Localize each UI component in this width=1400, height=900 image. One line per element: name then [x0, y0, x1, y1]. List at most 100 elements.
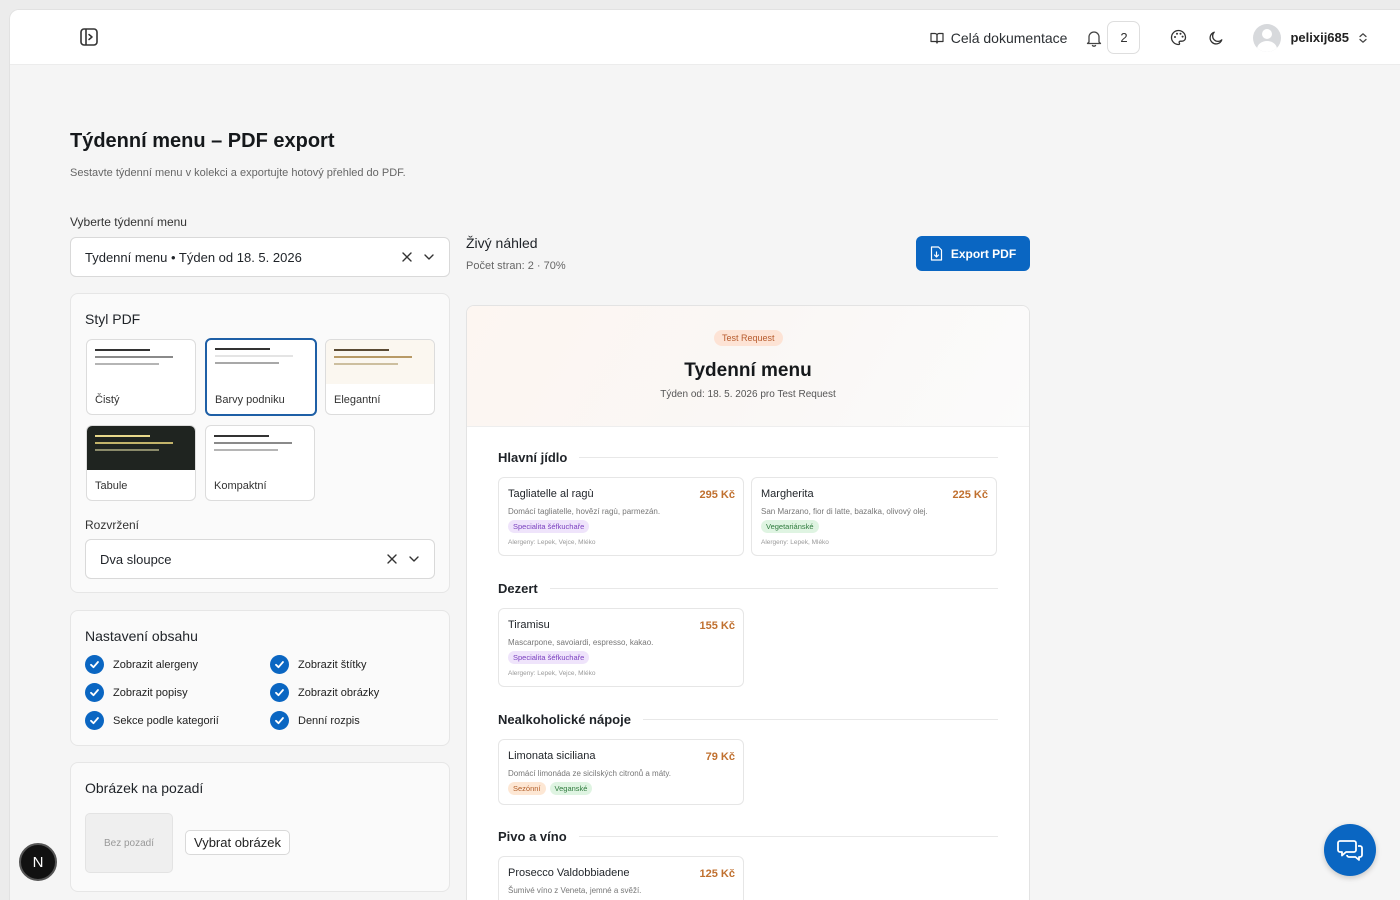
pdf-style-title: Styl PDF — [85, 311, 141, 327]
section-title: Nealkoholické nápoje — [498, 711, 631, 727]
chevron-up-down-icon — [1359, 32, 1367, 43]
item-name: Tiramisu — [508, 619, 550, 631]
style-preview-line — [95, 449, 159, 451]
menu-select-value: Tydenní menu • Týden od 18. 5. 2026 — [85, 249, 302, 265]
palette-icon — [1170, 29, 1187, 46]
item-description: Domácí limonáda ze sicilských citronů a … — [508, 769, 672, 778]
item-price: 155 Kč — [699, 620, 735, 632]
item-tag: Sezónní — [508, 782, 546, 795]
clear-icon[interactable] — [401, 251, 413, 263]
style-preview-line — [95, 435, 150, 437]
live-preview-info: Počet stran: 2 · 70% — [466, 260, 566, 272]
item-name: Margherita — [761, 488, 814, 500]
style-preview-line — [214, 435, 269, 437]
background-image-card: Obrázek na pozadí Bez pozadí Vybrat obrá… — [70, 762, 450, 892]
style-preview-line — [95, 349, 150, 351]
layout-select[interactable]: Dva sloupce — [85, 539, 435, 579]
menu-item-card: Margherita 225 Kč San Marzano, fior di l… — [751, 477, 997, 556]
menu-item-card: Tagliatelle al ragù 295 Kč Domácí taglia… — [498, 477, 744, 556]
preview-title: Tydenní menu — [684, 360, 812, 381]
style-preview-line — [215, 355, 293, 357]
docs-link[interactable]: Celá dokumentace — [930, 30, 1067, 46]
style-preview-line — [214, 442, 292, 444]
bell-icon[interactable] — [1084, 28, 1104, 48]
file-download-icon — [930, 246, 942, 261]
item-price: 125 Kč — [699, 868, 735, 880]
app-window: Celá dokumentace 2 pelixij685 Týdenní me… — [9, 9, 1400, 900]
style-preview-line — [215, 362, 279, 364]
clear-icon[interactable] — [386, 553, 398, 565]
item-tag: Veganské — [549, 782, 593, 795]
style-preview-thumb — [326, 340, 434, 384]
checkbox-label: Zobrazit obrázky — [298, 686, 380, 699]
section-title: Pivo a víno — [498, 828, 567, 844]
check-icon — [270, 683, 289, 702]
style-preview-line — [214, 449, 278, 451]
notifications-count-badge[interactable]: 2 — [1107, 21, 1141, 54]
check-icon — [85, 711, 104, 730]
theme-palette-button[interactable] — [1168, 28, 1188, 48]
chevron-down-icon[interactable] — [423, 251, 435, 263]
item-tags: Sezónní Veganské — [508, 782, 593, 795]
background-placeholder: Bez pozadí — [85, 813, 173, 873]
menu-select[interactable]: Tydenní menu • Týden od 18. 5. 2026 — [70, 237, 450, 277]
item-tags: Specialita šéfkuchaře — [508, 520, 590, 533]
style-option-brand-colors[interactable]: Barvy podniku — [205, 338, 317, 416]
checkbox-show-images[interactable]: Zobrazit obrázky — [270, 683, 379, 702]
check-icon — [85, 655, 104, 674]
style-preview-line — [334, 363, 398, 365]
preview-subtitle: Týden od: 18. 5. 2026 pro Test Request — [660, 389, 836, 400]
style-option-chalkboard[interactable]: Tabule — [86, 425, 196, 501]
item-name: Limonata siciliana — [508, 750, 596, 762]
checkbox-show-tags[interactable]: Zobrazit štítky — [270, 655, 366, 674]
style-option-label: Tabule — [95, 480, 128, 492]
item-price: 295 Kč — [699, 489, 735, 501]
style-preview-thumb — [87, 426, 195, 470]
check-icon — [85, 683, 104, 702]
background-image-title: Obrázek na pozadí — [85, 780, 204, 796]
chat-button[interactable] — [1324, 824, 1376, 876]
section-rule — [578, 835, 998, 837]
checkbox-daily-schedule[interactable]: Denní rozpis — [270, 711, 360, 730]
top-right-actions: Celá dokumentace 2 pelixij685 — [930, 21, 1368, 54]
item-description: Domácí tagliatelle, hovězí ragù, parmezá… — [508, 507, 661, 516]
item-allergens: Alergeny: Lepek, Vejce, Mléko — [508, 539, 596, 546]
section-rule — [549, 587, 998, 589]
style-preview-line — [95, 442, 173, 444]
item-tag: Specialita šéfkuchaře — [508, 520, 590, 533]
section-title: Hlavní jídlo — [498, 449, 568, 465]
checkbox-show-descriptions[interactable]: Zobrazit popisy — [85, 683, 188, 702]
item-tag: Vegetariánské — [761, 520, 819, 533]
chevron-down-icon[interactable] — [408, 553, 420, 565]
page-title: Týdenní menu – PDF export — [70, 130, 335, 152]
sidebar-toggle-icon[interactable] — [80, 28, 98, 46]
choose-image-button[interactable]: Vybrat obrázek — [185, 830, 290, 855]
style-option-clean[interactable]: Čistý — [86, 339, 196, 415]
style-option-label: Kompaktní — [214, 480, 267, 492]
checkbox-sections-by-category[interactable]: Sekce podle kategorií — [85, 711, 219, 730]
item-description: Šumivé víno z Veneta, jemné a svěží. — [508, 886, 642, 895]
page-subtitle: Sestavte týdenní menu v kolekci a export… — [70, 167, 406, 179]
style-preview-line — [95, 356, 173, 358]
style-preview-line — [215, 348, 270, 350]
item-tag: Specialita šéfkuchaře — [508, 651, 590, 664]
item-tags: Vegetariánské — [761, 520, 819, 533]
user-menu[interactable]: pelixij685 — [1253, 23, 1368, 52]
preview-section-heading: Dezert — [498, 580, 998, 596]
style-option-elegant[interactable]: Elegantní — [325, 339, 435, 415]
content-settings-card: Nastavení obsahu Zobrazit alergeny Zobra… — [70, 610, 450, 746]
content-settings-title: Nastavení obsahu — [85, 628, 198, 644]
style-option-compact[interactable]: Kompaktní — [205, 425, 315, 501]
checkbox-show-allergens[interactable]: Zobrazit alergeny — [85, 655, 198, 674]
book-icon — [930, 32, 944, 44]
checkbox-label: Sekce podle kategorií — [113, 714, 219, 727]
dark-mode-button[interactable] — [1206, 28, 1226, 48]
preview-section-heading: Nealkoholické nápoje — [498, 711, 998, 727]
checkbox-label: Denní rozpis — [298, 714, 360, 727]
preview-section-heading: Pivo a víno — [498, 828, 998, 844]
dev-tools-badge[interactable]: N — [19, 843, 57, 881]
style-preview-line — [95, 363, 159, 365]
section-title: Dezert — [498, 580, 538, 596]
export-pdf-button[interactable]: Export PDF — [916, 236, 1030, 271]
item-description: San Marzano, fior di latte, bazalka, oli… — [761, 507, 928, 516]
